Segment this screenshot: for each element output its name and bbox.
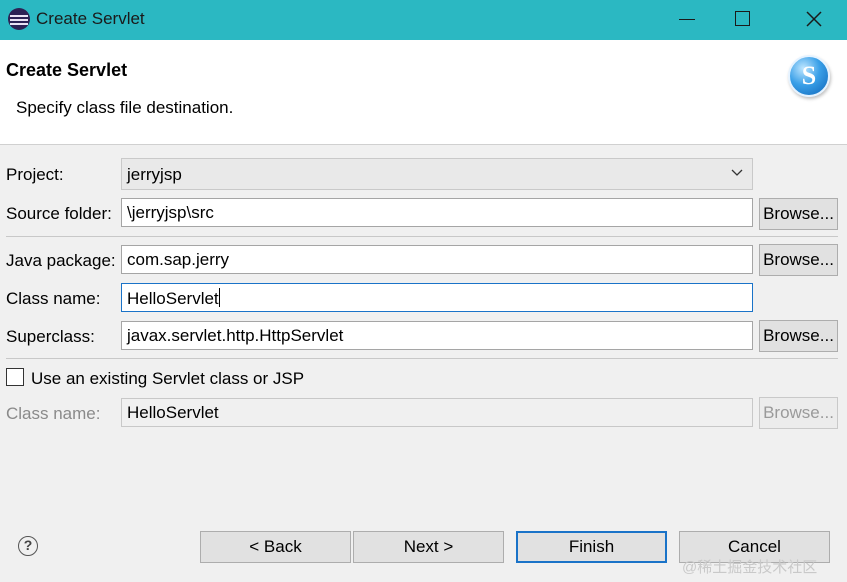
java-package-browse-button[interactable]: Browse... [759, 244, 838, 276]
minimize-icon [679, 19, 695, 20]
finish-button[interactable]: Finish [516, 531, 667, 563]
use-existing-label[interactable]: Use an existing Servlet class or JSP [31, 369, 304, 389]
servlet-logo-letter: S [801, 61, 817, 90]
source-folder-browse-button[interactable]: Browse... [759, 198, 838, 230]
superclass-browse-button[interactable]: Browse... [759, 320, 838, 352]
project-label: Project: [6, 165, 64, 184]
class-name-label: Class name: [6, 289, 101, 308]
back-button[interactable]: < Back [200, 531, 351, 563]
page-description: Specify class file destination. [16, 98, 234, 117]
java-package-input[interactable]: com.sap.jerry [121, 245, 753, 274]
maximize-button[interactable] [719, 0, 765, 40]
project-value: jerryjsp [127, 165, 182, 184]
watermark: @稀土掘金技术社区 [682, 559, 818, 576]
class-name-input[interactable]: HelloServlet [121, 283, 753, 312]
close-button[interactable] [791, 0, 837, 40]
servlet-logo-icon: S [788, 55, 830, 97]
next-button[interactable]: Next > [353, 531, 504, 563]
title-bar: Create Servlet [0, 0, 847, 40]
help-icon[interactable]: ? [18, 536, 38, 556]
existing-class-browse-button: Browse... [759, 397, 838, 429]
source-folder-label: Source folder: [6, 204, 112, 223]
java-package-label: Java package: [6, 251, 116, 270]
existing-class-name-input: HelloServlet [121, 398, 753, 427]
source-folder-input[interactable]: \jerryjsp\src [121, 198, 753, 227]
superclass-label: Superclass: [6, 327, 95, 346]
window-title: Create Servlet [36, 9, 145, 28]
project-combo[interactable]: jerryjsp [121, 158, 753, 190]
wizard-header: Create Servlet Specify class file destin… [0, 40, 847, 145]
eclipse-app-icon [8, 8, 30, 30]
separator [6, 236, 838, 237]
existing-class-name-label: Class name: [6, 404, 101, 423]
superclass-input[interactable]: javax.servlet.http.HttpServlet [121, 321, 753, 350]
class-name-value: HelloServlet [127, 289, 219, 308]
chevron-down-icon [731, 169, 743, 176]
close-icon [806, 11, 822, 27]
use-existing-checkbox[interactable] [6, 368, 24, 386]
text-caret [218, 288, 220, 307]
page-title: Create Servlet [6, 60, 128, 80]
minimize-button[interactable] [663, 0, 709, 40]
separator [6, 358, 838, 359]
maximize-icon [735, 11, 750, 26]
